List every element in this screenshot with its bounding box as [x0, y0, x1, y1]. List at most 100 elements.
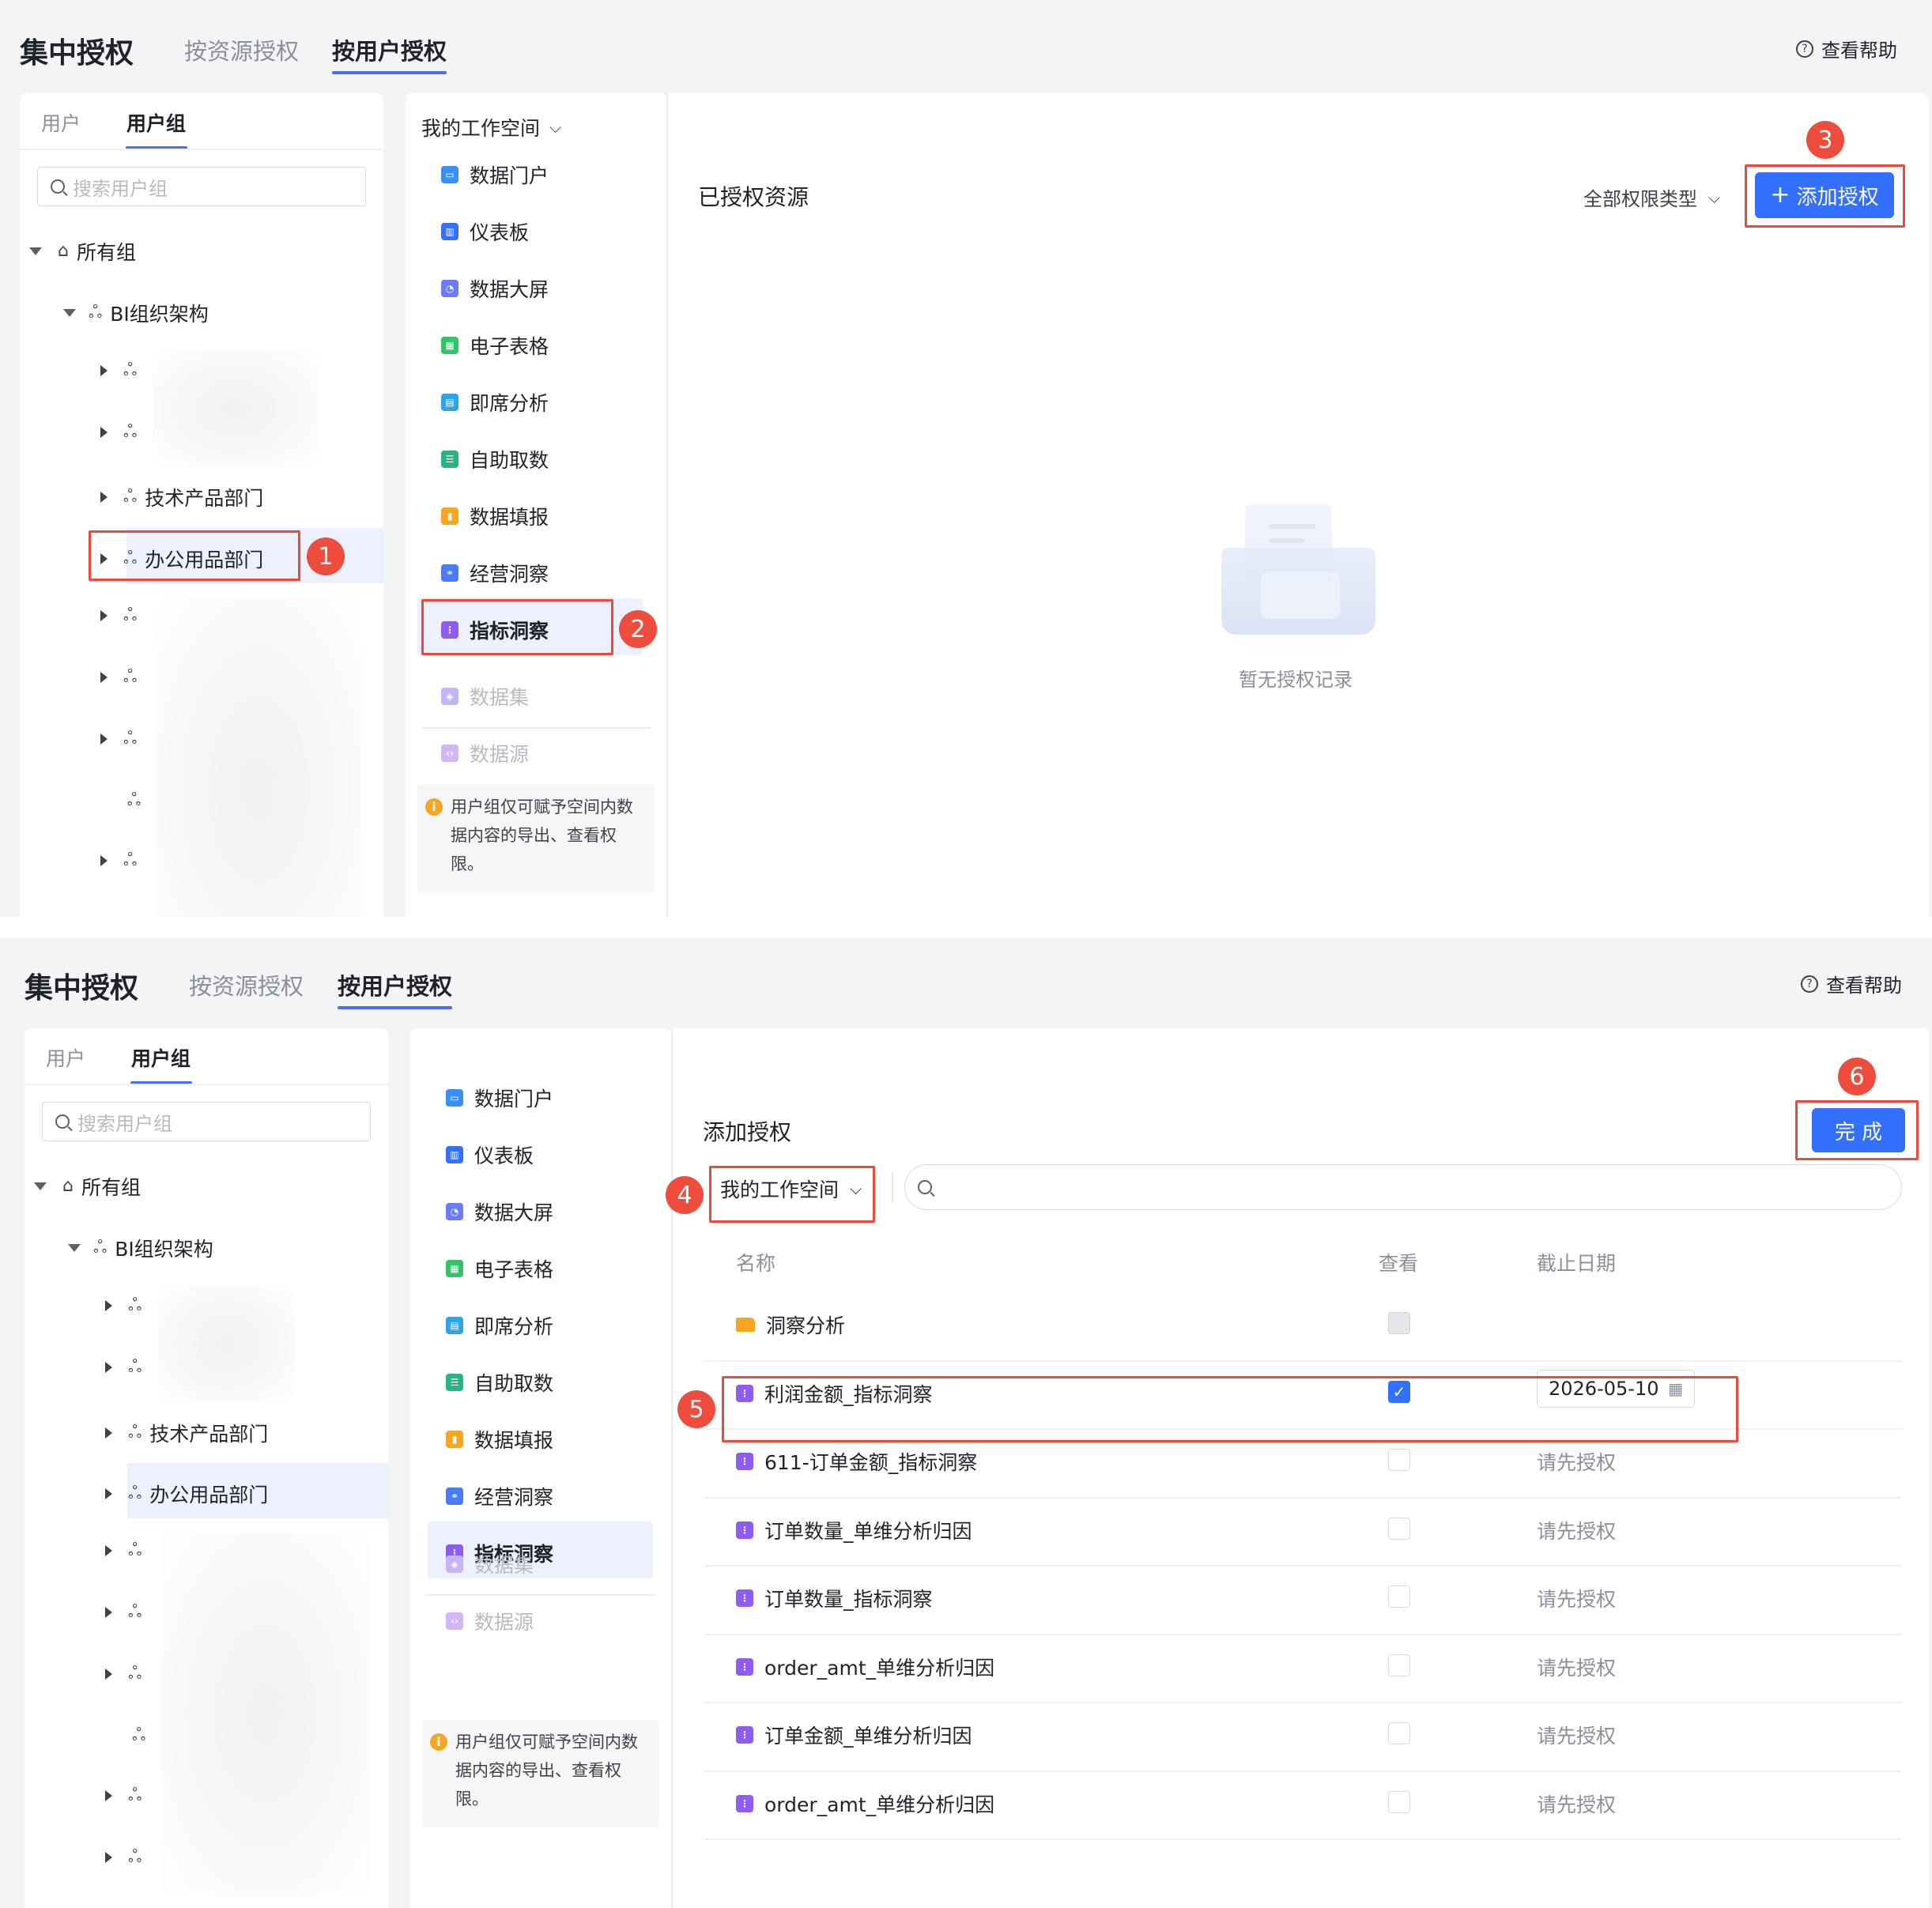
tree-node[interactable]: ஃ — [105, 1787, 142, 1804]
resource-search-input[interactable] — [904, 1164, 1902, 1210]
resource-type-icon: ◔ — [441, 280, 458, 297]
caret-down-icon[interactable] — [63, 309, 76, 317]
caret-right-icon[interactable] — [100, 365, 108, 376]
caret-right-icon[interactable] — [105, 1790, 112, 1801]
caret-right-icon[interactable] — [100, 855, 108, 866]
table-row[interactable]: ⋮ order_amt_单维分析归因 — [736, 1789, 994, 1818]
menu-item-6[interactable]: ▮ 数据填报 — [441, 502, 549, 530]
tab-users[interactable]: 用户 — [41, 108, 81, 137]
menu-item-2[interactable]: ◔ 数据大屏 — [446, 1197, 553, 1226]
tree-node[interactable]: ஃ — [100, 669, 137, 686]
tab-resource-auth[interactable]: 按资源授权 — [184, 33, 299, 66]
menu-item-3[interactable]: ▦ 电子表格 — [441, 331, 549, 360]
menu-item-6[interactable]: ▮ 数据填报 — [446, 1425, 553, 1454]
tree-node-bi-org[interactable]: ஃ BI组织架构 — [63, 299, 209, 327]
group-search-input[interactable]: 搜索用户组 — [37, 167, 366, 206]
help-link[interactable]: ? 查看帮助 — [1796, 35, 1897, 62]
help-label: 查看帮助 — [1821, 40, 1897, 62]
menu-item-0[interactable]: ▭ 数据门户 — [446, 1084, 553, 1112]
tab-user-auth[interactable]: 按用户授权 — [332, 33, 447, 66]
view-permission-checkbox[interactable] — [1388, 1790, 1410, 1813]
tab-user-groups[interactable]: 用户组 — [126, 108, 186, 137]
empty-folder-illustration — [1221, 492, 1379, 635]
table-row[interactable]: 洞察分析 — [736, 1310, 845, 1339]
tree-node[interactable]: ஃ — [127, 792, 141, 809]
caret-right-icon[interactable] — [105, 1669, 112, 1680]
menu-item-label: 电子表格 — [470, 335, 549, 358]
tab-user-auth[interactable]: 按用户授权 — [338, 968, 452, 1001]
table-row[interactable]: ⋮ 611-订单金额_指标洞察 — [736, 1447, 977, 1476]
menu-item-0[interactable]: ▭ 数据门户 — [441, 160, 549, 189]
tree-node-tech-dept[interactable]: ஃ 技术产品部门 — [105, 1419, 268, 1447]
org-chart-icon: ஃ — [123, 360, 138, 380]
tree-node[interactable]: ஃ — [100, 362, 137, 379]
menu-item-4[interactable]: ▤ 即席分析 — [441, 388, 549, 417]
table-row[interactable]: ⋮ order_amt_单维分析归因 — [736, 1653, 994, 1681]
caret-right-icon[interactable] — [100, 672, 108, 683]
tree-node[interactable]: ஃ — [105, 1604, 142, 1621]
resource-type-icon: ☰ — [441, 451, 458, 468]
caret-down-icon[interactable] — [68, 1244, 81, 1252]
caret-right-icon[interactable] — [100, 610, 108, 621]
menu-item-4[interactable]: ▤ 即席分析 — [446, 1311, 553, 1340]
tree-node[interactable]: ஃ — [100, 607, 137, 624]
caret-right-icon[interactable] — [100, 427, 108, 438]
resource-type-icon: ▤ — [441, 394, 458, 411]
row-name: 订单数量_单维分析归因 — [764, 1519, 972, 1543]
table-row[interactable]: ⋮ 订单数量_指标洞察 — [736, 1584, 933, 1612]
tab-user-groups[interactable]: 用户组 — [131, 1043, 191, 1072]
tree-node-all-groups[interactable]: ⌂ 所有组 — [34, 1172, 141, 1201]
caret-right-icon[interactable] — [105, 1607, 112, 1618]
tree-node-bi-org[interactable]: ஃ BI组织架构 — [68, 1234, 213, 1262]
menu-item-5[interactable]: ☰ 自助取数 — [441, 445, 549, 473]
resource-type-icon: ⚭ — [446, 1488, 463, 1505]
help-link[interactable]: ? 查看帮助 — [1801, 970, 1902, 997]
tab-users[interactable]: 用户 — [46, 1043, 85, 1072]
view-permission-checkbox[interactable] — [1388, 1517, 1410, 1540]
caret-right-icon[interactable] — [105, 1362, 112, 1373]
authorized-resources-panel: 已授权资源 全部权限类型 ⌵ + 添加授权 暂无授权记录 — [666, 93, 1929, 917]
view-permission-checkbox[interactable] — [1388, 1586, 1410, 1608]
tree-node[interactable]: ஃ — [105, 1359, 142, 1376]
menu-item-7[interactable]: ⚭ 经营洞察 — [441, 559, 549, 587]
tree-node[interactable]: ஃ — [100, 730, 137, 748]
caret-right-icon[interactable] — [105, 1488, 112, 1499]
caret-down-icon[interactable] — [34, 1182, 47, 1190]
caret-right-icon[interactable] — [105, 1852, 112, 1863]
tree-node[interactable]: ஃ — [105, 1665, 142, 1683]
caret-right-icon[interactable] — [100, 733, 108, 745]
menu-item-5[interactable]: ☰ 自助取数 — [446, 1368, 553, 1397]
menu-item-2[interactable]: ◔ 数据大屏 — [441, 274, 549, 303]
menu-item-1[interactable]: ▥ 仪表板 — [446, 1141, 534, 1169]
tree-node[interactable]: ஃ — [105, 1297, 142, 1314]
tree-node-all-groups[interactable]: ⌂ 所有组 — [29, 237, 136, 266]
table-row[interactable]: ⋮ 订单金额_单维分析归因 — [736, 1721, 972, 1749]
menu-item-1[interactable]: ▥ 仪表板 — [441, 217, 529, 246]
workspace-selector[interactable]: 我的工作空间 ⌵ — [421, 113, 561, 141]
view-permission-checkbox — [1388, 1312, 1410, 1334]
tree-node[interactable]: ஃ — [105, 1542, 142, 1559]
menu-item-3[interactable]: ▦ 电子表格 — [446, 1254, 553, 1283]
resource-type-icon: ▮ — [441, 507, 458, 525]
table-row[interactable]: ⋮ 订单数量_单维分析归因 — [736, 1516, 972, 1544]
menu-item-7[interactable]: ⚭ 经营洞察 — [446, 1482, 553, 1510]
tree-node[interactable]: ஃ — [132, 1727, 145, 1744]
view-permission-checkbox[interactable] — [1388, 1449, 1410, 1471]
search-placeholder: 搜索用户组 — [73, 177, 168, 200]
tree-node[interactable]: ஃ — [100, 852, 137, 869]
caret-right-icon[interactable] — [105, 1300, 112, 1311]
tree-node[interactable]: ஃ — [100, 424, 137, 441]
group-search-input[interactable]: 搜索用户组 — [42, 1102, 371, 1141]
tree-node-tech-dept[interactable]: ஃ 技术产品部门 — [100, 483, 263, 511]
view-permission-checkbox[interactable] — [1388, 1653, 1410, 1676]
permission-type-filter[interactable]: 全部权限类型 ⌵ — [1583, 183, 1720, 211]
view-permission-checkbox[interactable] — [1388, 1722, 1410, 1744]
caret-right-icon[interactable] — [105, 1427, 112, 1439]
caret-right-icon[interactable] — [105, 1545, 112, 1556]
tree-node-office-dept[interactable]: ஃ 办公用品部门 — [105, 1480, 268, 1508]
caret-down-icon[interactable] — [29, 247, 42, 255]
highlight-done-button — [1795, 1100, 1919, 1160]
tree-node[interactable]: ஃ — [105, 1849, 142, 1866]
tab-resource-auth[interactable]: 按资源授权 — [189, 968, 304, 1001]
caret-right-icon[interactable] — [100, 492, 108, 503]
